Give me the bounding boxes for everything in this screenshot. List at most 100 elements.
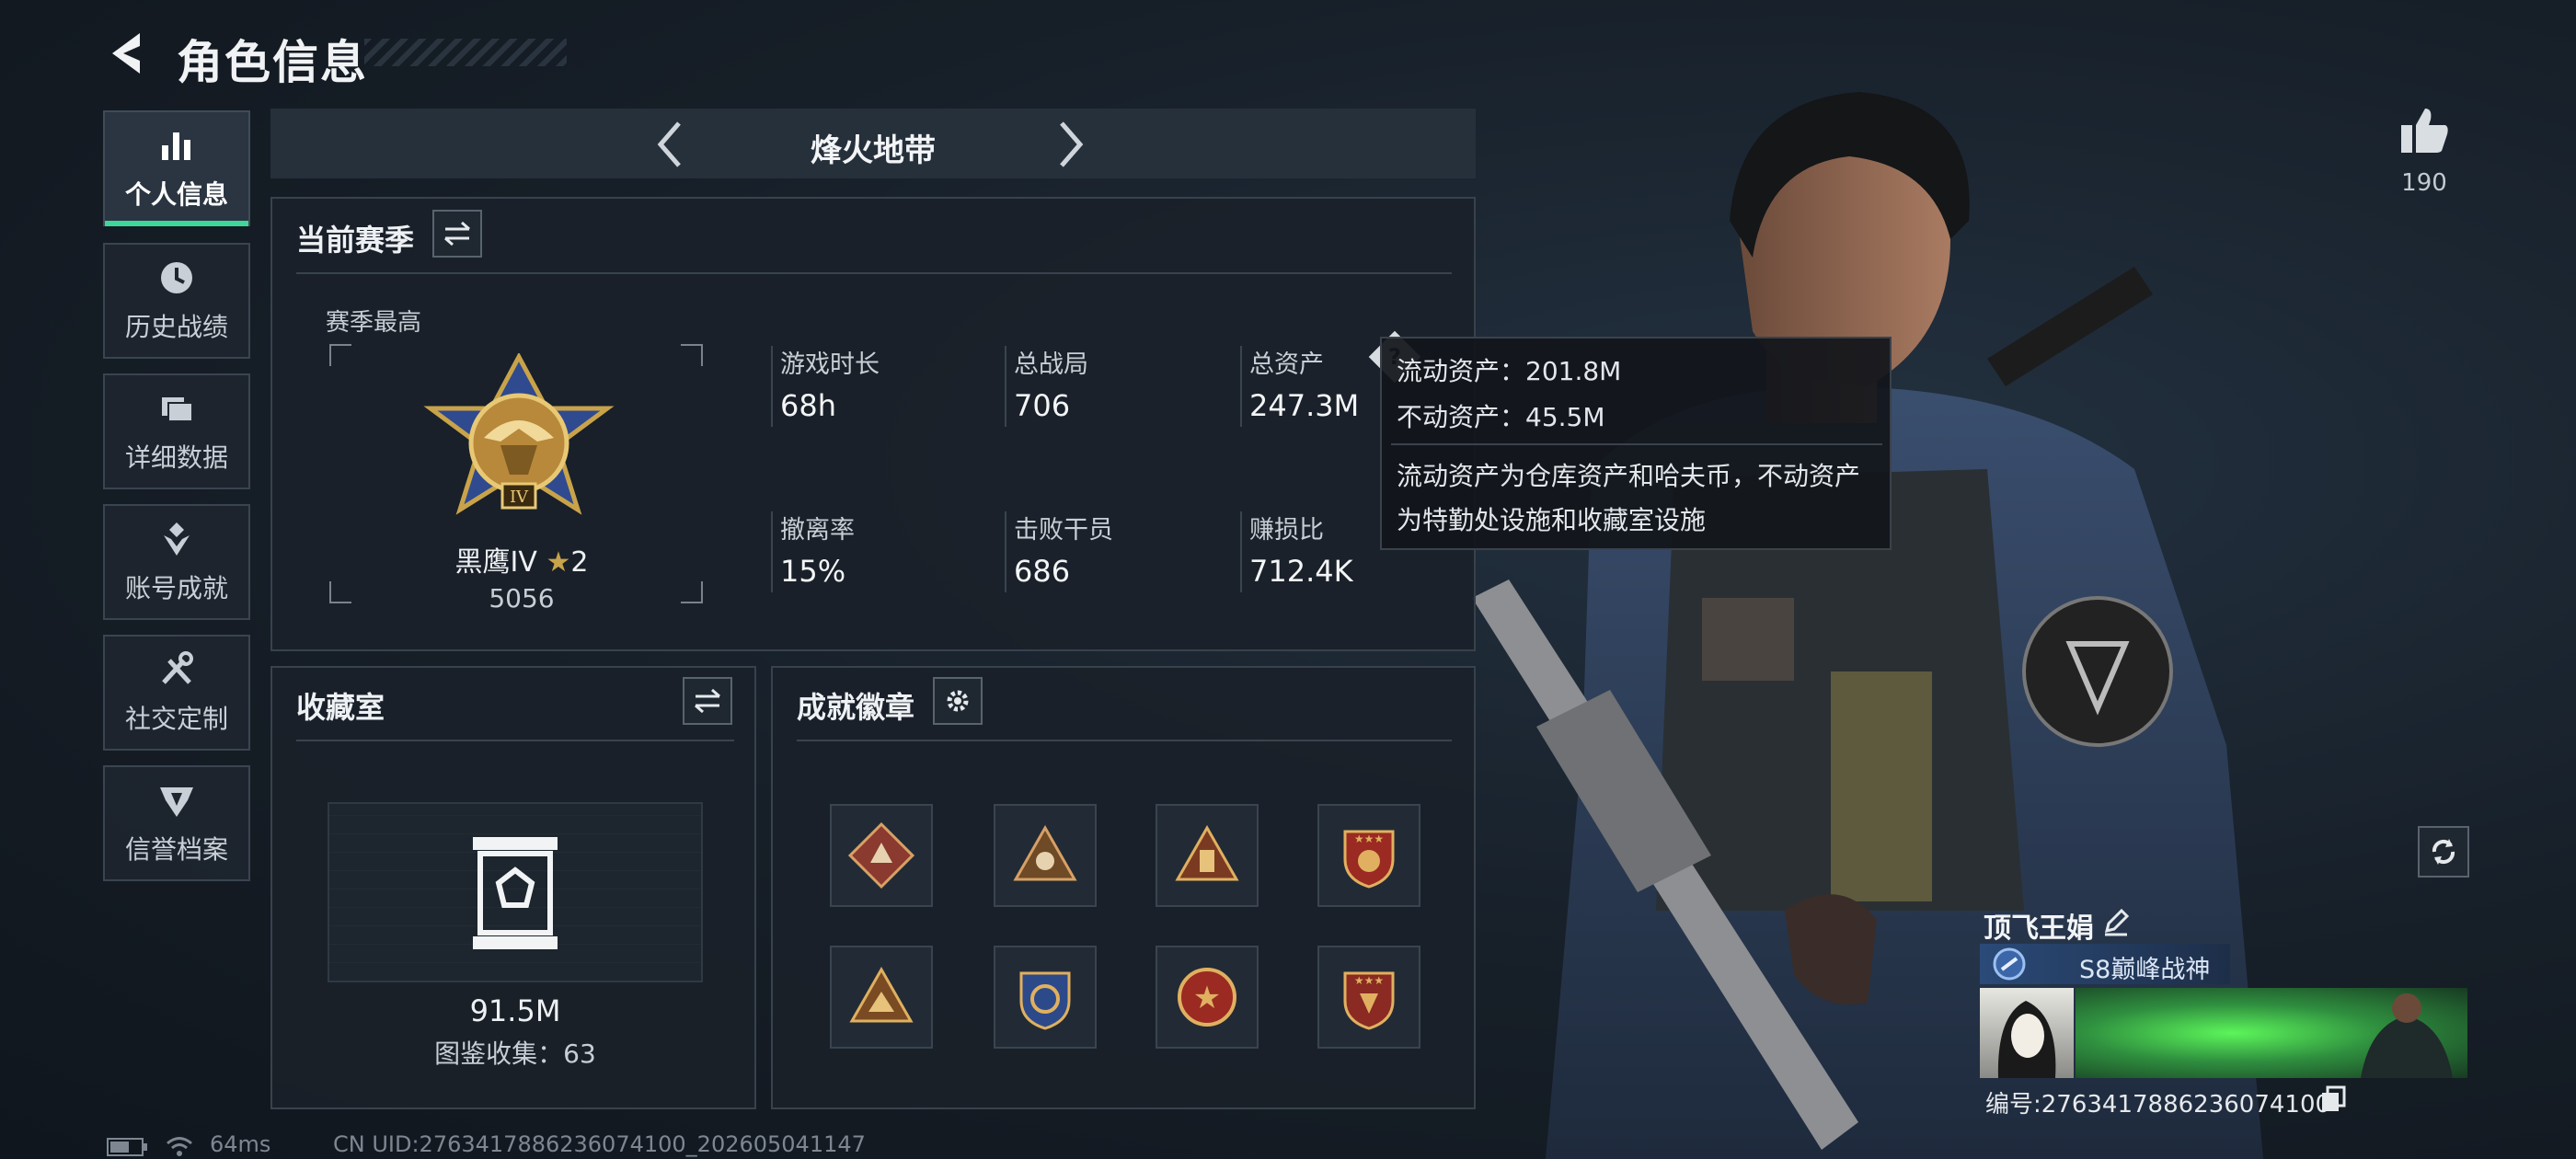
player-title: S8巅峰战神 <box>2079 956 2211 984</box>
avatar-portrait-icon <box>1997 1001 2056 1078</box>
tooltip-fixed-assets: 不动资产：45.5M <box>1397 402 1605 432</box>
nav-item-personal-info[interactable]: 个人信息 <box>103 110 250 226</box>
stat-value: 712.4K <box>1249 554 1353 589</box>
thumbs-up-icon[interactable] <box>2398 105 2451 156</box>
edit-pencil-icon[interactable] <box>2101 907 2131 936</box>
stat-label: 游戏时长 <box>780 350 880 379</box>
achievement-badge[interactable]: ★★★ <box>1317 946 1420 1049</box>
divider <box>1391 443 1882 445</box>
star-icon: ★ <box>546 546 571 579</box>
svg-text:IV: IV <box>510 488 529 507</box>
achievement-settings-button[interactable] <box>933 677 983 725</box>
achievement-badge[interactable] <box>994 946 1097 1049</box>
rank-score: 5056 <box>489 583 555 614</box>
player-avatar[interactable] <box>1980 988 2074 1078</box>
folders-icon <box>162 397 193 422</box>
stat-label: 总战局 <box>1014 350 1088 379</box>
frame-corner <box>329 581 351 603</box>
rank-medal-icon: IV <box>423 353 615 515</box>
svg-text:★★★: ★★★ <box>1354 832 1384 845</box>
wifi-icon <box>167 1137 192 1156</box>
divider <box>296 272 1452 274</box>
chevron-right-icon[interactable] <box>1054 120 1087 169</box>
achievement-badge[interactable] <box>830 804 933 907</box>
clock-icon <box>161 262 192 293</box>
star-medal-badge-icon: ★ <box>1178 968 1236 1027</box>
collection-swap-button[interactable] <box>683 677 732 725</box>
refresh-button[interactable] <box>2418 826 2469 878</box>
stat-value: 686 <box>1014 554 1071 589</box>
svg-text:★: ★ <box>1193 980 1221 1016</box>
tools-icon <box>162 651 193 684</box>
stat-value: 247.3M <box>1249 388 1360 423</box>
stat-label: 赚损比 <box>1249 516 1324 545</box>
player-name: 顶飞王娟 <box>1984 912 2094 945</box>
achievement-badge[interactable] <box>830 946 933 1049</box>
mode-switcher: 烽火地带 <box>270 109 1476 178</box>
total-assets-tooltip: 流动资产：201.8M 不动资产：45.5M 流动资产为仓库资产和哈夫币，不动资… <box>1380 337 1892 550</box>
achievement-badge[interactable]: ★★★ <box>1317 804 1420 907</box>
stat-label: 撤离率 <box>780 516 855 545</box>
swap-icon <box>444 221 470 247</box>
banner-character-icon <box>2361 993 2453 1078</box>
player-id: 编号:2763417886236074100 <box>1985 1091 2331 1119</box>
mode-title: 烽火地带 <box>811 132 936 169</box>
divider <box>797 740 1452 741</box>
copy-icon[interactable] <box>2320 1085 2346 1113</box>
collection-caption: 图鉴收集：63 <box>434 1039 596 1069</box>
refresh-icon <box>2432 839 2455 865</box>
tower-badge-icon <box>1175 824 1239 881</box>
divider <box>1005 346 1006 427</box>
season-best-label: 赛季最高 <box>326 309 422 337</box>
battery-icon <box>107 1138 147 1156</box>
tooltip-description-line1: 流动资产为仓库资产和哈夫币，不动资产 <box>1397 461 1861 491</box>
swap-icon <box>695 688 720 714</box>
nav-item-reputation[interactable]: 信誉档案 <box>103 765 250 881</box>
season-title: 当前赛季 <box>296 223 415 258</box>
stat-value: 68h <box>780 388 836 423</box>
bar-chart-icon <box>162 132 190 160</box>
likes-count: 190 <box>2401 169 2447 197</box>
divider <box>1005 511 1006 592</box>
frame-corner <box>329 344 351 366</box>
title-decoration <box>364 39 567 66</box>
achievements-panel: 成就徽章 ★★★ ★ ★★★ <box>771 666 1476 1109</box>
display-case-icon <box>473 837 558 949</box>
collection-title: 收藏室 <box>296 690 385 725</box>
pyramid-badge-icon <box>849 966 914 1023</box>
nav-label: 社交定制 <box>124 704 228 734</box>
collection-value: 91.5M <box>469 993 561 1028</box>
season-swap-button[interactable] <box>432 210 482 258</box>
collection-panel: 收藏室 91.5M 图鉴收集：63 <box>270 666 756 1109</box>
crest-badge-icon <box>1019 971 1071 1030</box>
frame-corner <box>681 344 703 366</box>
season-panel: 当前赛季 赛季最高 IV 黑鹰IV ★2 5056 游戏时长 68h 总战局 7… <box>270 197 1476 651</box>
frame-corner <box>681 581 703 603</box>
ping-text: 64ms <box>210 1131 271 1157</box>
achievement-badge[interactable]: ★ <box>1156 946 1259 1049</box>
divider <box>771 511 773 592</box>
divider <box>1240 511 1242 592</box>
nav-label: 账号成就 <box>124 573 228 603</box>
tooltip-liquid-assets: 流动资产：201.8M <box>1397 356 1622 386</box>
nav-item-achievements[interactable]: 账号成就 <box>103 504 250 620</box>
player-card-banner[interactable] <box>2076 988 2467 1078</box>
stat-label: 总资产 <box>1249 350 1324 379</box>
nav-item-social[interactable]: 社交定制 <box>103 635 250 751</box>
squad-badge-icon <box>1013 824 1077 881</box>
back-arrow-icon[interactable] <box>103 28 155 79</box>
svg-text:★★★: ★★★ <box>1354 974 1384 987</box>
nav-label: 详细数据 <box>124 442 228 473</box>
nav-item-history[interactable]: 历史战绩 <box>103 243 250 359</box>
shield-stars-badge-icon: ★★★ <box>1343 830 1395 889</box>
uid-text: CN UID:2763417886236074100_202605041147 <box>333 1131 866 1157</box>
nav-label: 信誉档案 <box>124 834 228 865</box>
gear-icon <box>947 690 969 712</box>
nav-item-detail-data[interactable]: 详细数据 <box>103 373 250 489</box>
nav-label: 历史战绩 <box>124 312 228 342</box>
achievement-badge[interactable] <box>994 804 1097 907</box>
shield-badge-icon <box>160 787 193 817</box>
wolf-badge-icon <box>847 821 915 889</box>
stat-value: 706 <box>1014 388 1071 423</box>
achievement-badge[interactable] <box>1156 804 1259 907</box>
